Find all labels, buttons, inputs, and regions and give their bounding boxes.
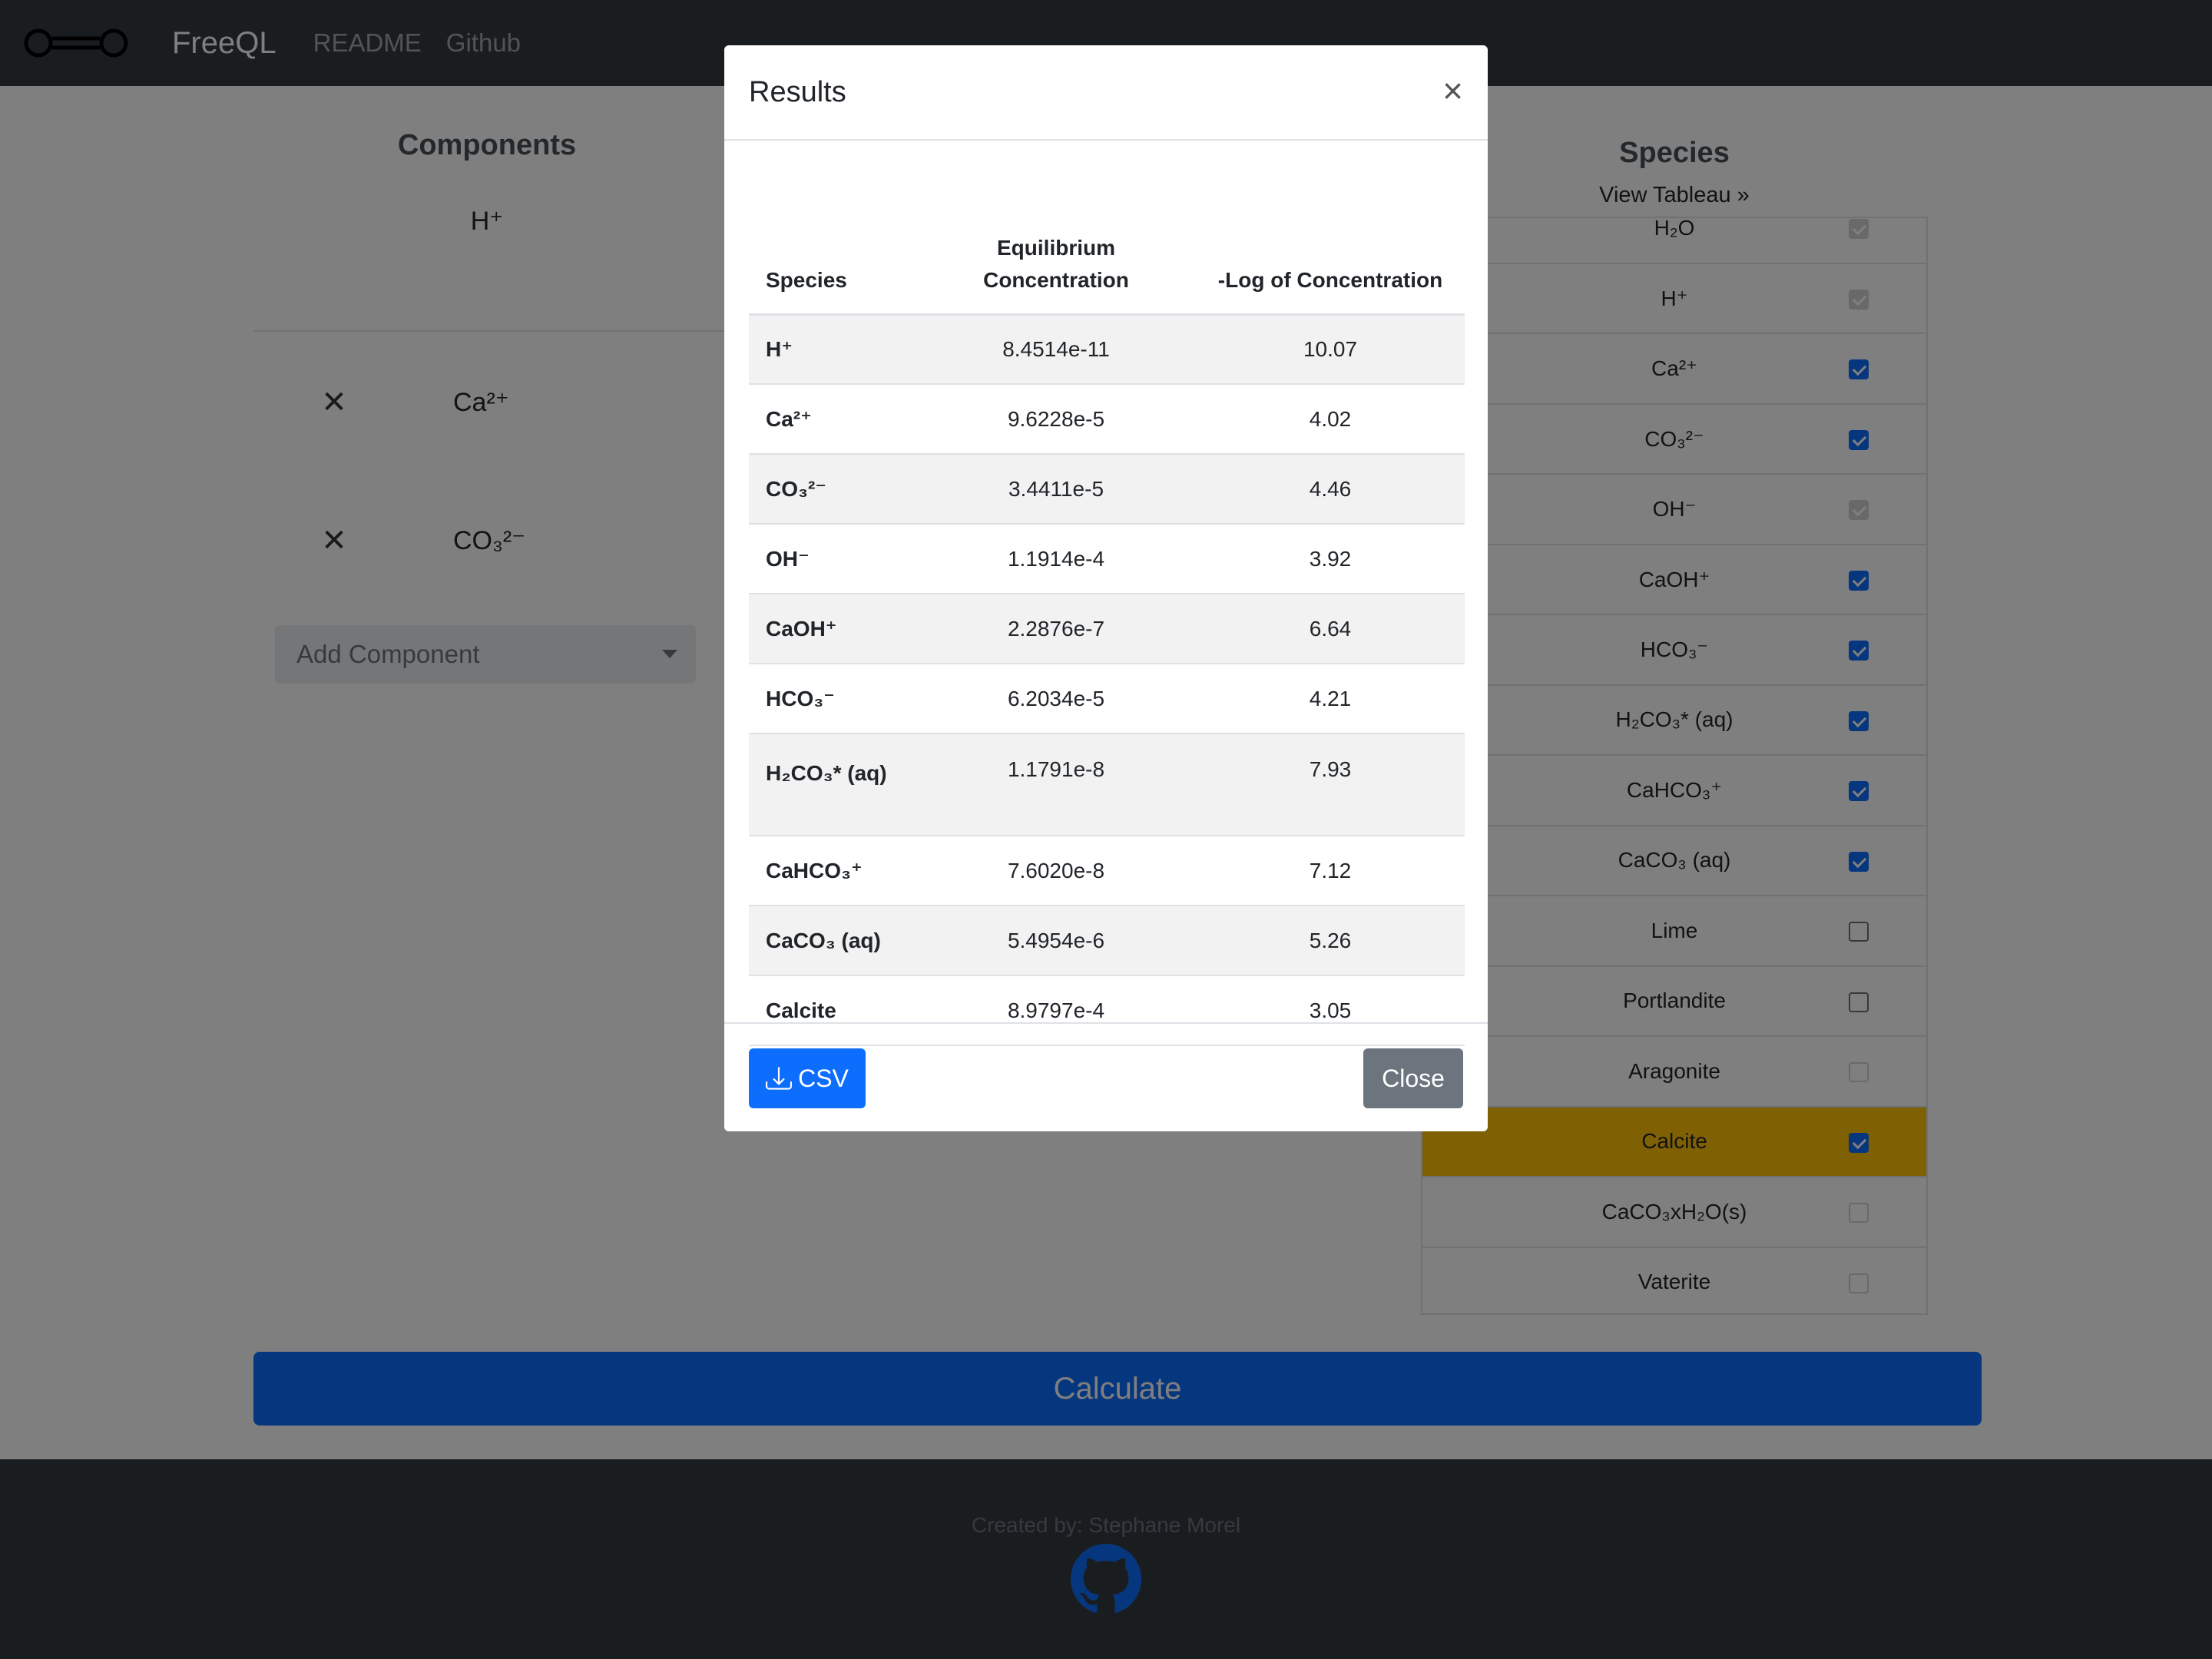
log-cell: 10.07 [1196, 314, 1465, 385]
concentration-cell: 6.2034e-5 [916, 664, 1196, 734]
concentration-cell: 1.1791e-8 [916, 733, 1196, 836]
species-cell: H₂CO₃* (aq) [749, 733, 916, 836]
concentration-cell: 3.4411e-5 [916, 454, 1196, 525]
close-button[interactable]: Close [1363, 1048, 1463, 1108]
concentration-cell: 5.4954e-6 [916, 906, 1196, 976]
concentration-cell: 9.6228e-5 [916, 384, 1196, 455]
modal-footer: CSV Close [724, 1022, 1488, 1131]
log-cell: 7.12 [1196, 836, 1465, 906]
results-modal: Results × Species Equilibrium Concentrat… [724, 45, 1488, 1131]
species-cell: OH⁻ [749, 524, 916, 594]
log-cell: 5.26 [1196, 906, 1465, 976]
concentration-cell: 1.1914e-4 [916, 524, 1196, 594]
csv-label: CSV [798, 1064, 849, 1092]
log-cell: 4.02 [1196, 384, 1465, 455]
close-icon[interactable]: × [1442, 73, 1463, 108]
modal-header: Results × [724, 45, 1488, 141]
log-cell: 3.92 [1196, 524, 1465, 594]
species-cell: H⁺ [749, 314, 916, 385]
concentration-cell: 2.2876e-7 [916, 594, 1196, 664]
species-cell: CO₃²⁻ [749, 454, 916, 525]
column-header-species: Species [749, 179, 916, 316]
table-row: CaHCO₃⁺ 7.6020e-8 7.12 [749, 836, 1465, 906]
log-cell: 7.93 [1196, 733, 1465, 836]
table-row: H⁺ 8.4514e-11 10.07 [749, 314, 1465, 385]
table-row: CO₃²⁻ 3.4411e-5 4.46 [749, 454, 1465, 525]
modal-title: Results [749, 75, 846, 108]
table-row: CaCO₃ (aq) 5.4954e-6 5.26 [749, 906, 1465, 976]
concentration-cell: 8.4514e-11 [916, 314, 1196, 385]
results-table: Species Equilibrium Concentration -Log o… [749, 179, 1465, 1046]
species-cell: HCO₃⁻ [749, 664, 916, 734]
log-cell: 4.46 [1196, 454, 1465, 525]
table-row: HCO₃⁻ 6.2034e-5 4.21 [749, 664, 1465, 734]
log-cell: 6.64 [1196, 594, 1465, 664]
csv-download-button[interactable]: CSV [749, 1048, 866, 1108]
table-row: CaOH⁺ 2.2876e-7 6.64 [749, 594, 1465, 664]
species-cell: CaHCO₃⁺ [749, 836, 916, 906]
table-row: H₂CO₃* (aq) 1.1791e-8 7.93 [749, 733, 1465, 836]
log-cell: 4.21 [1196, 664, 1465, 734]
table-row: OH⁻ 1.1914e-4 3.92 [749, 524, 1465, 594]
download-icon [766, 1067, 793, 1090]
species-cell: CaOH⁺ [749, 594, 916, 664]
table-row: Ca²⁺ 9.6228e-5 4.02 [749, 384, 1465, 455]
concentration-cell: 7.6020e-8 [916, 836, 1196, 906]
species-cell: Ca²⁺ [749, 384, 916, 455]
species-cell: CaCO₃ (aq) [749, 906, 916, 976]
column-header-log: -Log of Concentration [1196, 179, 1465, 316]
column-header-concentration: Equilibrium Concentration [916, 179, 1196, 316]
